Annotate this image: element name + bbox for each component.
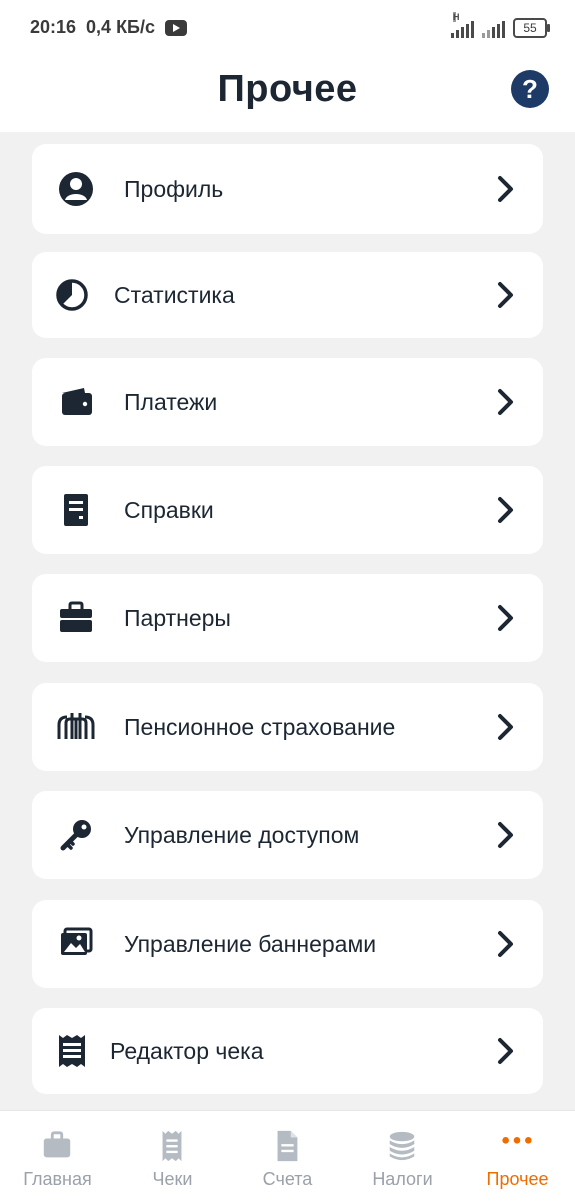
tab-receipts[interactable]: Чеки xyxy=(115,1111,230,1201)
tab-accounts[interactable]: Счета xyxy=(230,1111,345,1201)
tab-home[interactable]: Главная xyxy=(0,1111,115,1201)
chevron-right-icon xyxy=(498,714,513,740)
menu-item-label: Платежи xyxy=(124,388,218,415)
menu-item-receipt-editor[interactable]: Редактор чека xyxy=(32,1008,543,1094)
key-icon xyxy=(60,820,91,851)
briefcase-icon xyxy=(60,601,92,632)
menu-item-label: Управление доступом xyxy=(124,821,360,848)
network-type: H xyxy=(453,12,460,22)
tab-more[interactable]: Прочее xyxy=(460,1111,575,1201)
status-left: 20:16 0,4 КБ/с xyxy=(30,17,188,38)
coins-icon xyxy=(389,1131,415,1161)
document-icon xyxy=(64,494,88,526)
more-dots-icon xyxy=(502,1137,532,1144)
status-bar: 20:16 0,4 КБ/с H 55 xyxy=(0,0,575,56)
tab-label: Налоги xyxy=(372,1169,433,1189)
menu-item-label: Пенсионное страхование xyxy=(124,713,396,740)
menu-item-certificates[interactable]: Справки xyxy=(32,466,543,554)
image-icon xyxy=(61,927,93,955)
receipt-icon xyxy=(59,1035,85,1067)
menu-item-pension-insurance[interactable]: Пенсионное страхование xyxy=(32,683,543,771)
chevron-right-icon xyxy=(498,497,513,523)
menu-item-partners[interactable]: Партнеры xyxy=(32,574,543,662)
document-icon xyxy=(277,1130,298,1162)
menu-item-label: Партнеры xyxy=(124,604,231,631)
menu-item-label: Справки xyxy=(124,496,214,523)
page-title: Прочее xyxy=(217,68,358,110)
signal-icon: H xyxy=(451,12,474,38)
help-button[interactable]: ? xyxy=(511,70,549,108)
status-right: H 55 xyxy=(451,12,550,38)
menu-item-statistics[interactable]: Статистика xyxy=(32,252,543,338)
menu-item-profile[interactable]: Профиль xyxy=(32,144,543,234)
receipt-icon xyxy=(162,1130,182,1162)
chevron-right-icon xyxy=(498,282,513,308)
chevron-right-icon xyxy=(498,1038,513,1064)
menu-item-label: Управление баннерами xyxy=(124,930,377,957)
youtube-icon xyxy=(165,19,188,36)
chevron-right-icon xyxy=(498,389,513,415)
pie-chart-icon xyxy=(56,279,88,311)
menu-item-payments[interactable]: Платежи xyxy=(32,358,543,446)
menu-item-banner-management[interactable]: Управление баннерами xyxy=(32,900,543,988)
briefcase-icon xyxy=(43,1131,71,1158)
tab-label: Главная xyxy=(23,1169,92,1189)
bottom-tab-bar: Главная Чеки Счета Налоги Прочее xyxy=(0,1110,575,1201)
app-header: Прочее ? xyxy=(0,56,575,132)
status-time: 20:16 xyxy=(30,17,77,37)
tab-taxes[interactable]: Налоги xyxy=(345,1111,460,1201)
chevron-right-icon xyxy=(498,176,513,202)
status-network-speed: 0,4 КБ/с xyxy=(86,17,156,37)
menu-item-label: Профиль xyxy=(124,175,224,202)
signal-icon-2 xyxy=(482,20,505,38)
menu-item-label: Редактор чека xyxy=(110,1037,264,1064)
tab-label: Прочее xyxy=(486,1169,549,1189)
wallet-icon xyxy=(62,388,92,415)
battery-icon: 55 xyxy=(513,18,550,38)
chevron-right-icon xyxy=(498,931,513,957)
chevron-right-icon xyxy=(498,605,513,631)
tab-label: Чеки xyxy=(152,1169,193,1189)
profile-icon xyxy=(59,172,93,206)
menu-item-label: Статистика xyxy=(114,281,235,308)
menu-item-access-management[interactable]: Управление доступом xyxy=(32,791,543,879)
pension-fund-icon xyxy=(57,713,95,739)
chevron-right-icon xyxy=(498,822,513,848)
tab-label: Счета xyxy=(262,1169,313,1189)
